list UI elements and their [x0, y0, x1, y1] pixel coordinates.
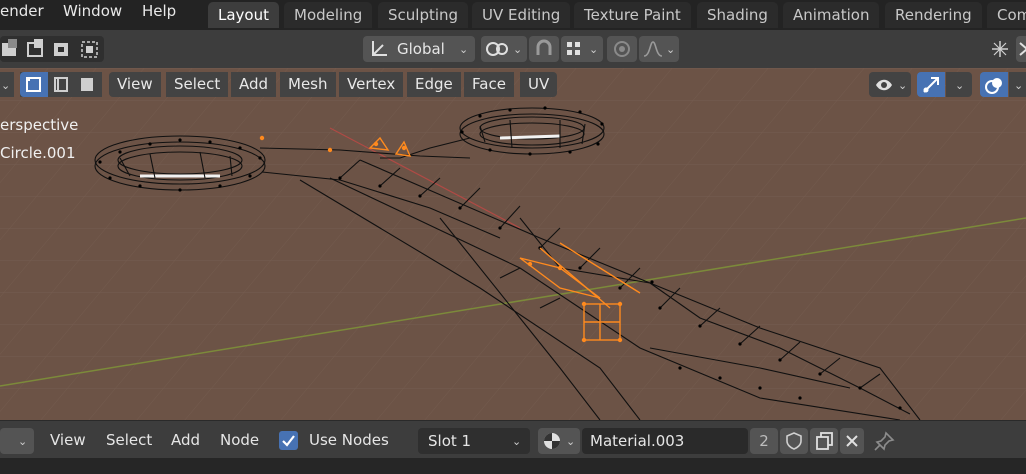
snap-target-dropdown[interactable]: ⌄ — [561, 36, 603, 62]
chevron-down-icon: ⌄ — [512, 435, 522, 448]
menu-select[interactable]: Select — [106, 431, 152, 449]
orientation-dropdown[interactable]: Global ⌄ — [363, 36, 475, 62]
grid-snap-icon — [567, 42, 580, 55]
proportional-edit-toggle[interactable] — [607, 36, 637, 62]
shield-icon — [786, 432, 802, 450]
chevron-down-icon: ⌄ — [898, 79, 908, 92]
tab-rendering[interactable]: Rendering — [885, 2, 982, 28]
chevron-down-icon: ⌄ — [566, 435, 576, 448]
transform-orientation-icon — [372, 41, 387, 56]
menu-view[interactable]: View — [50, 431, 86, 449]
unlink-material-button[interactable] — [840, 428, 864, 454]
menu-help[interactable]: Help — [142, 0, 176, 24]
user-count-button[interactable]: 2 — [750, 428, 778, 454]
chevron-down-icon: ⌄ — [1014, 79, 1024, 92]
material-sphere-icon — [544, 433, 560, 449]
close-icon — [846, 435, 858, 447]
move-icon — [1019, 42, 1026, 56]
proportional-edit-icon — [614, 41, 630, 57]
edge-select-icon[interactable] — [52, 76, 70, 94]
tab-modeling[interactable]: Modeling — [284, 2, 373, 28]
tab-layout[interactable]: Layout — [208, 2, 279, 28]
menu-node[interactable]: Node — [220, 431, 259, 449]
3d-viewport[interactable]: ⌄ View Select Add Mesh Vertex Edge Face … — [0, 68, 1026, 420]
face-select-icon[interactable] — [78, 76, 96, 94]
falloff-dropdown[interactable]: ⌄ — [639, 36, 679, 62]
vertex-select-icon — [26, 77, 41, 92]
material-browse-dropdown[interactable]: ⌄ — [538, 428, 580, 454]
tab-animation[interactable]: Animation — [783, 2, 880, 28]
menu-add[interactable]: Add — [171, 431, 200, 449]
select-mode-group[interactable] — [0, 36, 104, 62]
visibility-icon — [876, 79, 892, 91]
snap-icon — [536, 39, 552, 55]
chevron-down-icon: ⌄ — [589, 43, 599, 56]
material-name-field[interactable]: Material.003 — [582, 428, 748, 454]
menu-render[interactable]: ender — [0, 0, 44, 24]
chevron-down-icon: ⌄ — [666, 43, 676, 56]
options-button[interactable] — [1016, 36, 1026, 62]
chevron-down-icon: ⌄ — [459, 43, 469, 56]
tab-shading[interactable]: Shading — [697, 2, 778, 28]
checkbox-icon — [282, 435, 295, 447]
use-nodes-label: Use Nodes — [309, 431, 389, 449]
overlay-dropdown[interactable]: ⌄ — [1009, 72, 1026, 97]
chevron-down-icon: ⌄ — [18, 435, 28, 448]
transform-pivot-icon — [486, 42, 508, 56]
viewport-header: Global ⌄ ⌄ ⌄ ⌄ — [0, 30, 1026, 68]
viewport-scene — [0, 68, 1026, 420]
editor-type-dropdown[interactable]: ⌄ — [0, 72, 14, 97]
menu-vertex[interactable]: Vertex — [339, 72, 404, 97]
editor-type-dropdown[interactable]: ⌄ — [0, 428, 34, 454]
material-name: Material.003 — [590, 432, 685, 450]
menu-face[interactable]: Face — [464, 72, 514, 97]
duplicate-icon — [816, 432, 833, 450]
falloff-icon — [643, 41, 663, 57]
tab-uv-editing[interactable]: UV Editing — [472, 2, 571, 28]
chevron-down-icon: ⌄ — [955, 79, 965, 92]
select-mode-toggle[interactable] — [20, 72, 102, 97]
gizmo-icon — [923, 77, 939, 93]
duplicate-material-button[interactable] — [810, 428, 838, 454]
menu-window[interactable]: Window — [63, 0, 122, 24]
visibility-dropdown[interactable]: ⌄ — [869, 72, 911, 97]
menu-view[interactable]: View — [109, 72, 161, 97]
gizmo-toggle[interactable] — [917, 72, 945, 97]
slot-dropdown[interactable]: Slot 1 ⌄ — [418, 428, 530, 454]
object-name-label: Circle.001 — [0, 144, 76, 162]
top-menu-bar: ender Window Help Layout Modeling Sculpt… — [0, 0, 1026, 30]
snap-toggle[interactable] — [529, 36, 559, 62]
tab-sculpting[interactable]: Sculpting — [378, 2, 469, 28]
overlay-icon — [985, 78, 1002, 94]
fake-user-button[interactable] — [780, 428, 808, 454]
menu-uv[interactable]: UV — [520, 72, 558, 97]
slot-label: Slot 1 — [428, 432, 472, 450]
shader-editor-header: ⌄ View Select Add Node Use Nodes Slot 1 … — [0, 420, 1026, 459]
menu-add[interactable]: Add — [231, 72, 277, 97]
menu-select[interactable]: Select — [166, 72, 229, 97]
menu-mesh[interactable]: Mesh — [280, 72, 336, 97]
chevron-down-icon: ⌄ — [1, 79, 11, 92]
tab-texture-paint[interactable]: Texture Paint — [574, 2, 691, 28]
gizmo-dropdown[interactable]: ⌄ — [946, 72, 972, 97]
node-editor-area[interactable] — [0, 458, 1026, 474]
menu-edge[interactable]: Edge — [407, 72, 461, 97]
use-nodes-checkbox[interactable] — [279, 431, 298, 450]
view-mode-label: erspective — [0, 116, 79, 134]
overlay-toggle[interactable] — [980, 72, 1008, 97]
select-mode-icons — [2, 39, 98, 58]
pivot-dropdown[interactable]: ⌄ — [481, 36, 527, 62]
transform-gizmo-icon[interactable] — [988, 38, 1012, 60]
chevron-down-icon: ⌄ — [513, 43, 523, 56]
orientation-label: Global — [397, 40, 445, 58]
user-count: 2 — [759, 432, 769, 450]
tab-compositing[interactable]: Com — [987, 2, 1026, 28]
pin-icon[interactable] — [874, 431, 896, 451]
vertex-select-button[interactable] — [20, 72, 48, 97]
